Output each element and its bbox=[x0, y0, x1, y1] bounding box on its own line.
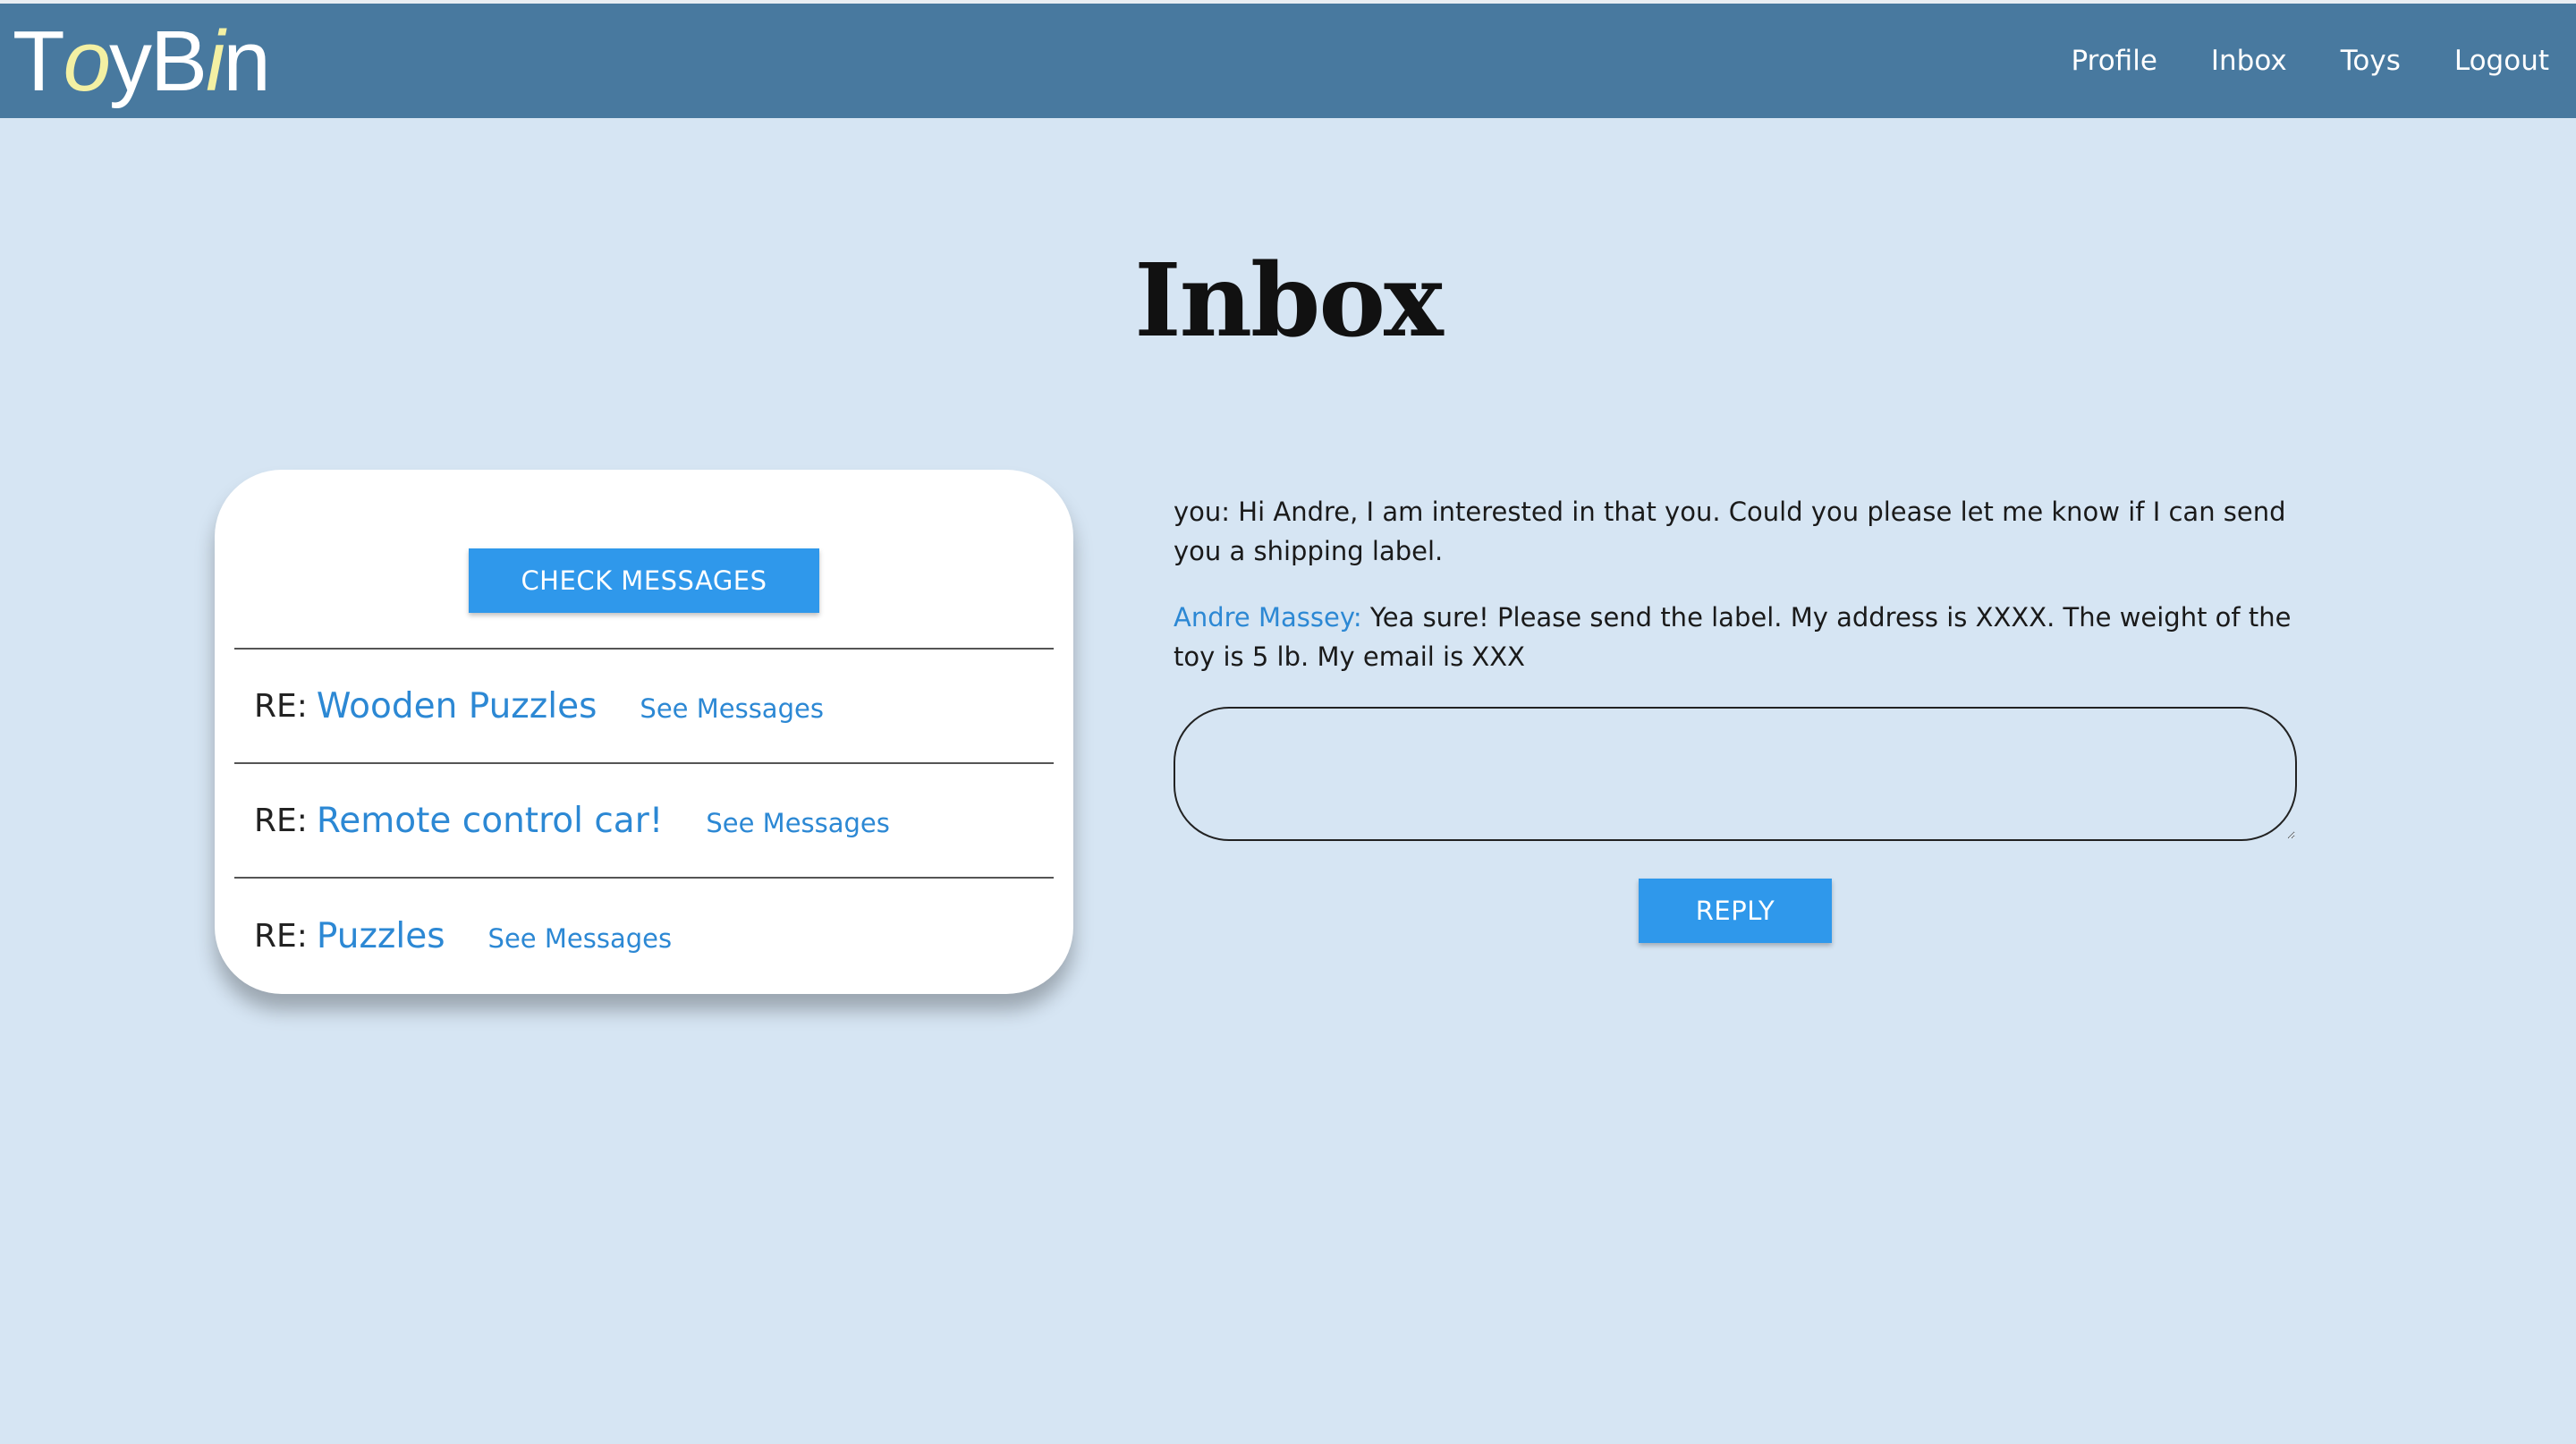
message-sender: you: bbox=[1174, 497, 1231, 527]
thread-row: RE: Wooden Puzzles See Messages bbox=[234, 650, 1054, 764]
nav-toys-link[interactable]: Toys bbox=[2341, 45, 2401, 77]
check-messages-button[interactable]: CHECK MESSAGES bbox=[469, 548, 819, 613]
conversation-panel: you: Hi Andre, I am interested in that y… bbox=[1174, 492, 2301, 703]
logo-letter: n bbox=[223, 13, 270, 109]
logo-letter: T bbox=[13, 13, 65, 109]
nav-profile-link[interactable]: Profile bbox=[2072, 45, 2157, 77]
message: Andre Massey: Yea sure! Please send the … bbox=[1174, 598, 2301, 676]
reply-textarea[interactable] bbox=[1174, 707, 2297, 841]
message-threads-card: CHECK MESSAGES RE: Wooden Puzzles See Me… bbox=[215, 470, 1073, 994]
see-messages-link[interactable]: See Messages bbox=[488, 923, 673, 954]
thread-prefix: RE: bbox=[254, 687, 308, 725]
main-nav: Profile Inbox Toys Logout bbox=[2072, 4, 2550, 118]
thread-subject-link[interactable]: Remote control car! bbox=[317, 801, 663, 841]
thread-list: RE: Wooden Puzzles See Messages RE: Remo… bbox=[234, 648, 1054, 993]
message-text: Hi Andre, I am interested in that you. C… bbox=[1174, 497, 2286, 566]
thread-prefix: RE: bbox=[254, 802, 308, 839]
thread-prefix: RE: bbox=[254, 917, 308, 955]
thread-row: RE: Remote control car! See Messages bbox=[234, 764, 1054, 879]
thread-subject-link[interactable]: Puzzles bbox=[317, 916, 445, 956]
reply-button[interactable]: REPLY bbox=[1639, 879, 1832, 943]
logo-letter-accent: o bbox=[63, 13, 111, 109]
see-messages-link[interactable]: See Messages bbox=[640, 693, 824, 724]
toybin-logo[interactable]: To yB i n bbox=[13, 9, 271, 115]
nav-logout-link[interactable]: Logout bbox=[2454, 45, 2549, 77]
page-title: Inbox bbox=[1134, 242, 1444, 361]
logo-letter-accent: i bbox=[206, 13, 225, 109]
logo-letter: yB bbox=[109, 13, 208, 109]
see-messages-link[interactable]: See Messages bbox=[706, 808, 890, 838]
message-sender[interactable]: Andre Massey: bbox=[1174, 602, 1362, 633]
nav-inbox-link[interactable]: Inbox bbox=[2211, 45, 2287, 77]
message: you: Hi Andre, I am interested in that y… bbox=[1174, 492, 2301, 571]
thread-row: RE: Puzzles See Messages bbox=[234, 879, 1054, 993]
top-navbar: To yB i n Profile Inbox Toys Logout bbox=[0, 0, 2576, 118]
thread-subject-link[interactable]: Wooden Puzzles bbox=[317, 686, 597, 726]
